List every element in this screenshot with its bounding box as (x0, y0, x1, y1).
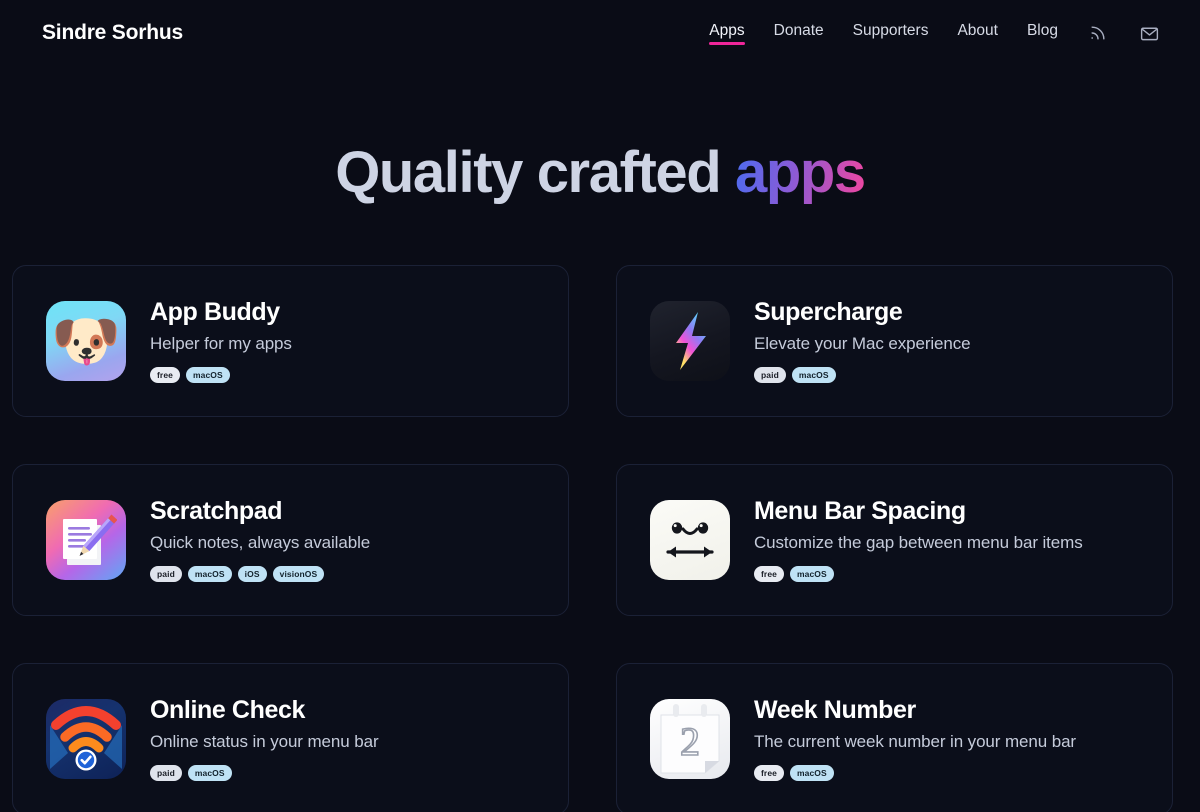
page-title-plain: Quality crafted (335, 140, 736, 205)
app-name: Menu Bar Spacing (754, 497, 966, 526)
memo-pencil-icon (46, 499, 126, 580)
app-card-text: Supercharge Elevate your Mac experience … (754, 298, 971, 383)
app-card-scratchpad[interactable]: Scratchpad Quick notes, always available… (12, 463, 569, 616)
app-card-app-buddy[interactable]: 🐶 App Buddy Helper for my apps free macO… (12, 264, 569, 417)
tag-platform: visionOS (272, 566, 325, 582)
tag-row: paid macOS (754, 367, 971, 383)
tag-price: paid (150, 566, 182, 582)
calendar-number-text: 2 (680, 719, 700, 764)
tag-platform: macOS (187, 566, 232, 582)
nav-link-about[interactable]: About (957, 22, 998, 45)
tag-price: free (754, 566, 784, 582)
smiley-arrows-icon (650, 499, 730, 580)
tag-price: free (754, 765, 784, 781)
app-card-text: Week Number The current week number in y… (754, 696, 1076, 781)
app-card-menu-bar-spacing[interactable]: Menu Bar Spacing Customize the gap betwe… (616, 463, 1173, 616)
calendar-icon: 2 (650, 698, 730, 779)
app-name: Online Check (150, 696, 305, 725)
tag-price: free (150, 367, 180, 383)
nav-link-supporters[interactable]: Supporters (853, 22, 929, 45)
app-name: Supercharge (754, 298, 903, 327)
page-title: Quality crafted apps (0, 140, 1200, 205)
lightning-bolt-icon (650, 300, 730, 381)
app-card-text: Online Check Online status in your menu … (150, 696, 379, 781)
tag-price: paid (150, 765, 182, 781)
tag-price: paid (754, 367, 786, 383)
app-tagline: Online status in your menu bar (150, 732, 379, 751)
nav-link-donate[interactable]: Donate (774, 22, 824, 45)
apps-grid: 🐶 App Buddy Helper for my apps free macO… (0, 264, 1200, 812)
tag-row: paid macOS (150, 765, 379, 781)
tag-platform: macOS (790, 765, 834, 781)
rss-icon[interactable] (1087, 22, 1109, 44)
app-name: Scratchpad (150, 497, 283, 526)
nav-link-apps[interactable]: Apps (709, 22, 745, 45)
app-tagline: Quick notes, always available (150, 533, 371, 552)
site-brand[interactable]: Sindre Sorhus (42, 21, 183, 45)
page-title-accent: apps (735, 140, 866, 205)
app-name: App Buddy (150, 298, 280, 327)
tag-row: free macOS (150, 367, 292, 383)
hero-section: Quality crafted apps (0, 66, 1200, 265)
nav-link-blog[interactable]: Blog (1027, 22, 1058, 45)
main-navigation: Apps Donate Supporters About Blog (709, 22, 1160, 45)
tag-row: paid macOS iOS visionOS (150, 566, 370, 582)
app-card-text: App Buddy Helper for my apps free macOS (150, 298, 292, 383)
mail-icon[interactable] (1138, 22, 1160, 44)
app-card-supercharge[interactable]: Supercharge Elevate your Mac experience … (616, 264, 1173, 417)
app-card-text: Menu Bar Spacing Customize the gap betwe… (754, 497, 1083, 582)
tag-platform: iOS (237, 566, 267, 582)
tag-platform: macOS (187, 765, 232, 781)
app-card-online-check[interactable]: Online Check Online status in your menu … (12, 662, 569, 812)
tag-row: free macOS (754, 765, 1076, 781)
tag-platform: macOS (186, 367, 230, 383)
app-tagline: The current week number in your menu bar (754, 732, 1076, 751)
app-name: Week Number (754, 696, 916, 725)
tag-row: free macOS (754, 566, 1083, 582)
app-tagline: Elevate your Mac experience (754, 334, 971, 353)
dog-face-icon: 🐶 (46, 300, 126, 381)
app-card-week-number[interactable]: 2 Week Number The current week number in… (616, 662, 1173, 812)
site-header: Sindre Sorhus Apps Donate Supporters Abo… (0, 0, 1200, 66)
app-tagline: Helper for my apps (150, 334, 292, 353)
tag-platform: macOS (791, 367, 836, 383)
wifi-check-icon (46, 698, 126, 779)
app-card-text: Scratchpad Quick notes, always available… (150, 497, 370, 582)
app-tagline: Customize the gap between menu bar items (754, 533, 1083, 552)
tag-platform: macOS (790, 566, 834, 582)
